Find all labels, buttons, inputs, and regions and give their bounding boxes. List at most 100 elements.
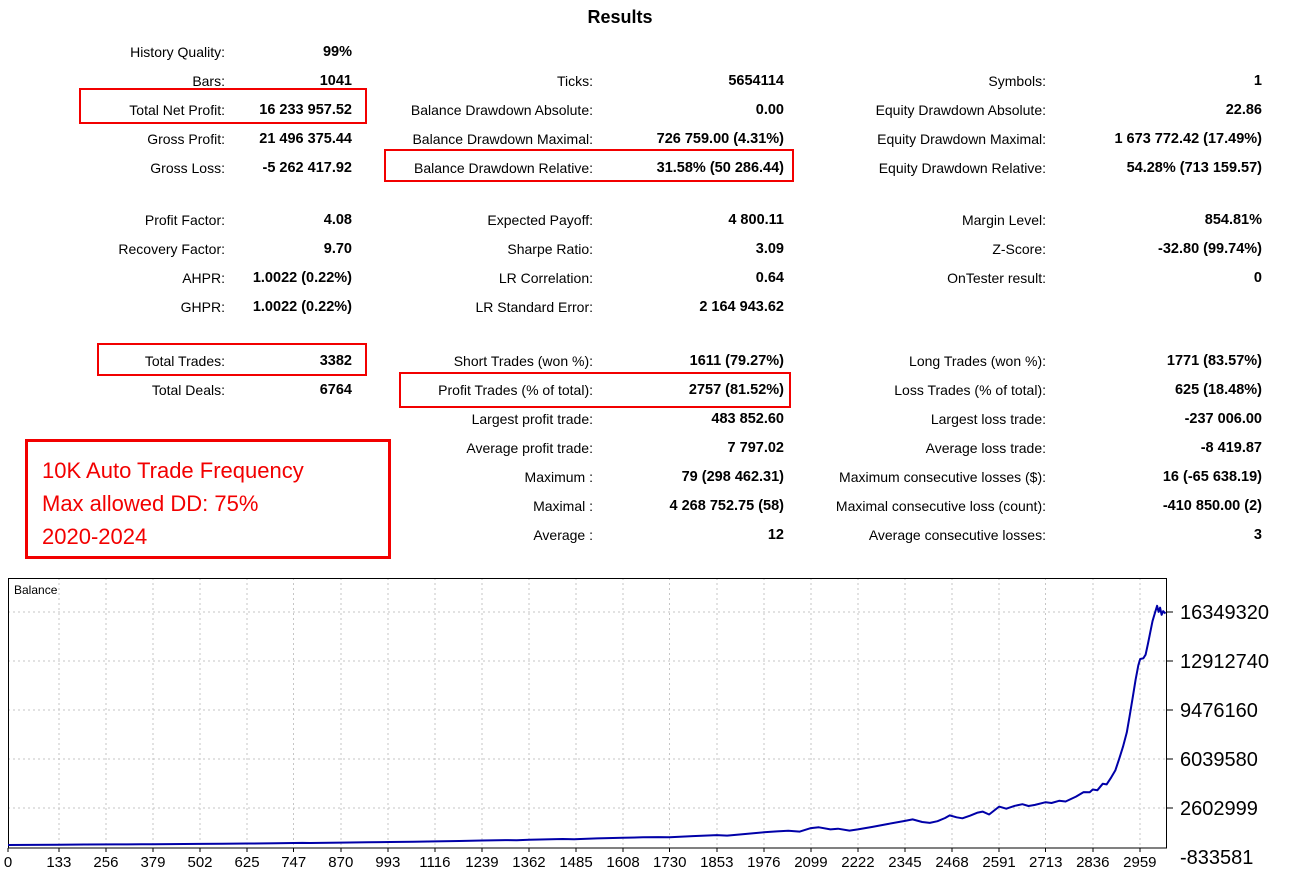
backtest-report: Results History Quality:99%Bars:1041Tick… <box>0 0 1293 893</box>
stat-label: Balance Drawdown Relative: <box>360 154 593 183</box>
stat-value: 1611 (79.27%) <box>593 347 784 376</box>
x-axis-tick-label: 2468 <box>935 854 968 871</box>
stat-value: -8 419.87 <box>1046 434 1262 463</box>
stat-value: -237 006.00 <box>1046 405 1262 434</box>
chart-legend-balance: Balance <box>14 583 58 597</box>
stat-label: Average consecutive losses: <box>790 521 1046 550</box>
stat-label: Total Trades: <box>20 347 225 376</box>
annotation-line-3: 2020-2024 <box>42 520 388 553</box>
stat-value: 22.86 <box>1046 96 1262 125</box>
stat-value: -410 850.00 (2) <box>1046 492 1262 521</box>
x-axis-tick-label: 747 <box>281 854 306 871</box>
stat-label: GHPR: <box>20 293 225 322</box>
stat-label: Maximum : <box>360 463 593 492</box>
stat-value: 99% <box>225 38 352 67</box>
annotation-line-2: Max allowed DD: 75% <box>42 487 388 520</box>
stat-value: -32.80 (99.74%) <box>1046 235 1262 264</box>
x-axis-tick-label: 2959 <box>1123 854 1156 871</box>
stat-label: Symbols: <box>790 67 1046 96</box>
y-axis-tick-label: 12912740 <box>1180 651 1269 673</box>
balance-chart-svg: 0133256379502625747870993111612391362148… <box>8 578 1293 890</box>
stat-label: LR Correlation: <box>360 264 593 293</box>
stat-label: Largest profit trade: <box>360 405 593 434</box>
stat-label: Ticks: <box>360 67 593 96</box>
stat-label: Long Trades (won %): <box>790 347 1046 376</box>
stat-value: 0 <box>1046 264 1262 293</box>
x-axis-tick-label: 993 <box>375 854 400 871</box>
stat-label: Average loss trade: <box>790 434 1046 463</box>
stat-value: 1041 <box>225 67 352 96</box>
stat-value: 4.08 <box>225 206 352 235</box>
stat-label: AHPR: <box>20 264 225 293</box>
x-axis-tick-label: 0 <box>4 854 12 871</box>
stat-value: 3382 <box>225 347 352 376</box>
stat-label: Recovery Factor: <box>20 235 225 264</box>
stat-label: Profit Factor: <box>20 206 225 235</box>
x-axis-tick-label: 2099 <box>794 854 827 871</box>
x-axis-tick-label: 256 <box>93 854 118 871</box>
balance-line <box>8 606 1166 845</box>
stat-value: 3 <box>1046 521 1262 550</box>
stat-label: Total Net Profit: <box>20 96 225 125</box>
x-axis-tick-label: 1485 <box>559 854 592 871</box>
stat-value: 0.00 <box>593 96 784 125</box>
y-axis-tick-label: -833581 <box>1180 847 1253 869</box>
stat-label: Maximal consecutive loss (count): <box>790 492 1046 521</box>
stat-value: 1 <box>1046 67 1262 96</box>
stat-label: Largest loss trade: <box>790 405 1046 434</box>
x-axis-tick-label: 2591 <box>982 854 1015 871</box>
stat-value: 1771 (83.57%) <box>1046 347 1262 376</box>
stat-label: Maximal : <box>360 492 593 521</box>
stat-value: 4 268 752.75 (58) <box>593 492 784 521</box>
stat-value: 3.09 <box>593 235 784 264</box>
stat-label: Equity Drawdown Relative: <box>790 154 1046 183</box>
x-axis-tick-label: 1362 <box>512 854 545 871</box>
stat-label: Balance Drawdown Absolute: <box>360 96 593 125</box>
stat-value: 16 (-65 638.19) <box>1046 463 1262 492</box>
stat-label: Loss Trades (% of total): <box>790 376 1046 405</box>
stat-label: Z-Score: <box>790 235 1046 264</box>
stat-label: Total Deals: <box>20 376 225 405</box>
x-axis-tick-label: 2836 <box>1076 854 1109 871</box>
stat-value: -5 262 417.92 <box>225 154 352 183</box>
stat-value: 2757 (81.52%) <box>593 376 784 405</box>
stat-label: Gross Loss: <box>20 154 225 183</box>
stat-value: 1 673 772.42 (17.49%) <box>1046 125 1262 154</box>
stat-value: 1.0022 (0.22%) <box>225 293 352 322</box>
stat-label: Bars: <box>20 67 225 96</box>
stat-label: Average profit trade: <box>360 434 593 463</box>
x-axis-tick-label: 1116 <box>419 854 450 871</box>
annotation-line-1: 10K Auto Trade Frequency <box>42 454 388 487</box>
y-axis-tick-label: 6039580 <box>1180 749 1258 771</box>
stat-label: Sharpe Ratio: <box>360 235 593 264</box>
stat-label: Margin Level: <box>790 206 1046 235</box>
stat-label: Profit Trades (% of total): <box>360 376 593 405</box>
stat-label: Short Trades (won %): <box>360 347 593 376</box>
stat-label: OnTester result: <box>790 264 1046 293</box>
stat-value: 6764 <box>225 376 352 405</box>
stat-value: 5654114 <box>593 67 784 96</box>
y-axis-tick-label: 9476160 <box>1180 700 1258 722</box>
stat-label: Balance Drawdown Maximal: <box>360 125 593 154</box>
stat-value: 726 759.00 (4.31%) <box>593 125 784 154</box>
x-axis-tick-label: 1239 <box>465 854 498 871</box>
x-axis-tick-label: 2713 <box>1029 854 1062 871</box>
y-axis-tick-label: 2602999 <box>1180 798 1258 820</box>
stat-label: Gross Profit: <box>20 125 225 154</box>
stat-value: 625 (18.48%) <box>1046 376 1262 405</box>
stat-value: 4 800.11 <box>593 206 784 235</box>
annotation-note: 10K Auto Trade Frequency Max allowed DD:… <box>25 439 391 559</box>
stat-value: 16 233 957.52 <box>225 96 352 125</box>
stat-label: Average : <box>360 521 593 550</box>
x-axis-tick-label: 133 <box>46 854 71 871</box>
stat-value: 21 496 375.44 <box>225 125 352 154</box>
x-axis-tick-label: 2345 <box>888 854 921 871</box>
stat-label: Equity Drawdown Absolute: <box>790 96 1046 125</box>
stat-label: Equity Drawdown Maximal: <box>790 125 1046 154</box>
stat-value: 7 797.02 <box>593 434 784 463</box>
stat-value: 31.58% (50 286.44) <box>593 154 784 183</box>
stat-label: LR Standard Error: <box>360 293 593 322</box>
x-axis-tick-label: 1976 <box>747 854 780 871</box>
x-axis-tick-label: 379 <box>140 854 165 871</box>
stat-value: 12 <box>593 521 784 550</box>
